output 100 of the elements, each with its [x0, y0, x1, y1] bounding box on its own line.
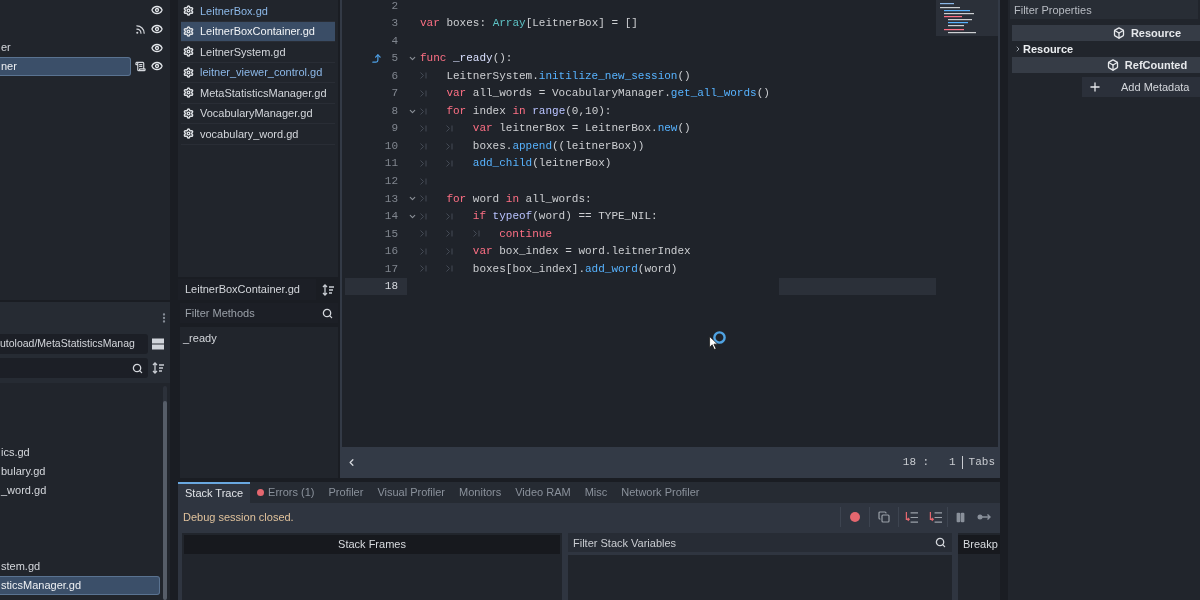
tab[interactable]: Errors (1) — [250, 482, 322, 503]
path-field[interactable]: utoload/MetaStatisticsManag — [0, 334, 148, 354]
tab-marker-icon — [446, 142, 454, 150]
copy-icon — [878, 511, 890, 523]
tab-marker-icon — [420, 107, 427, 115]
script-item[interactable]: VocabularyManager.gd — [181, 103, 335, 124]
indentation-mode[interactable]: Tabs — [968, 454, 995, 471]
category-label: Resource — [1130, 25, 1182, 41]
file-item[interactable]: bulary.gd — [0, 462, 163, 481]
tab[interactable]: Network Profiler — [614, 482, 707, 503]
add-metadata-button[interactable]: Add Metadata — [1082, 77, 1200, 97]
sort-icon[interactable] — [322, 283, 334, 296]
layout-icon[interactable] — [152, 337, 164, 351]
code-line: var boxes: Array[LeitnerBox] = [] — [420, 16, 638, 32]
status-message: Debug session closed. — [183, 509, 294, 525]
line-number: 13 — [384, 191, 398, 207]
scroll-icon[interactable] — [135, 60, 146, 72]
gear-icon — [183, 128, 194, 140]
line-number: 3 — [390, 16, 398, 32]
line-number: 11 — [384, 156, 398, 172]
code-line: continue — [499, 226, 552, 242]
tab-marker-icon — [420, 195, 427, 203]
tab[interactable]: Profiler — [321, 482, 371, 503]
code-line: LeitnerSystem.initilize_new_session() — [446, 68, 691, 84]
gear-icon — [183, 107, 194, 119]
tab[interactable]: Monitors — [452, 482, 509, 503]
list-arrow-icon — [928, 510, 942, 524]
signal-icon[interactable] — [135, 23, 146, 35]
tab-marker-icon — [420, 212, 427, 220]
corner-arrow-icon[interactable] — [371, 52, 382, 64]
code-line: boxes[box_index].add_word(word) — [472, 261, 678, 277]
file-item[interactable]: _word.gd — [0, 481, 163, 500]
file-item[interactable]: ics.gd — [0, 443, 163, 462]
line-number: 14 — [384, 209, 398, 225]
tab[interactable]: Misc — [577, 482, 615, 503]
tab-marker-icon — [446, 265, 454, 273]
minimap-drawing — [936, 0, 998, 36]
script-item[interactable]: leitner_viewer_control.gd — [181, 62, 335, 83]
script-item[interactable]: LeitnerSystem.gd — [181, 42, 335, 63]
line-number: 15 — [384, 226, 398, 242]
category-label: RefCounted — [1124, 57, 1188, 73]
chevron-right-icon — [1014, 45, 1022, 53]
search-icon — [322, 307, 333, 319]
list-arrow-icon — [904, 510, 918, 524]
line-number: 12 — [384, 174, 398, 189]
tab-marker-icon — [472, 230, 480, 238]
script-item[interactable]: LeitnerBoxContainer.gd — [181, 21, 335, 42]
code-line: var leitnerBox = LeitnerBox.new() — [472, 121, 691, 137]
code-line: if typeof(word) == TYPE_NIL: — [472, 209, 658, 225]
tab-marker-icon — [420, 247, 427, 255]
gear-icon — [183, 66, 194, 78]
tree-item[interactable]: ner — [0, 57, 131, 76]
line-number: 10 — [384, 138, 398, 154]
script-item[interactable]: MetaStatisticsManager.gd — [181, 83, 335, 104]
section-header[interactable]: Resource — [1008, 41, 1074, 57]
tab[interactable]: Visual Profiler — [370, 482, 453, 503]
eye-icon[interactable] — [151, 23, 163, 36]
line-number: 5 — [390, 51, 398, 67]
code-line: boxes.append((leitnerBox)) — [472, 138, 645, 154]
code-line: var all_words = VocabularyManager.get_all_words() — [446, 86, 770, 102]
cube-icon — [1112, 27, 1125, 39]
script-item[interactable]: vocabulary_word.gd — [181, 124, 335, 145]
eye-icon[interactable] — [151, 41, 163, 54]
tab-marker-icon — [420, 72, 427, 80]
arrow-right-icon — [977, 513, 991, 521]
code-line: func _ready(): — [420, 51, 513, 67]
line-number: 9 — [390, 121, 398, 137]
gear-icon — [183, 87, 194, 99]
file-item[interactable]: sticsManager.gd — [0, 576, 160, 595]
pause-icon — [954, 511, 966, 523]
tab[interactable]: Video RAM — [508, 482, 578, 503]
tab-marker-icon — [420, 160, 427, 168]
gear-icon — [183, 25, 194, 37]
column-header: Stack Frames — [184, 535, 560, 554]
caret-position: 18 : 1 — [902, 455, 956, 471]
line-number: 8 — [390, 103, 398, 119]
tab-marker-icon — [446, 125, 454, 133]
gear-icon — [183, 46, 194, 58]
filter-field[interactable]: Filter Stack Variables — [568, 533, 952, 552]
tab-marker-icon — [420, 265, 427, 273]
line-number: 16 — [384, 244, 398, 260]
tree-item[interactable]: er — [0, 38, 131, 58]
code-line: add_child(leitnerBox) — [472, 156, 612, 172]
tab-marker-icon — [420, 230, 427, 238]
script-item[interactable]: LeitnerBox.gd — [181, 1, 335, 22]
line-number: 4 — [390, 33, 398, 49]
file-item[interactable]: stem.gd — [0, 557, 163, 576]
eye-icon[interactable] — [151, 60, 163, 73]
code-line: for word in all_words: — [446, 191, 592, 207]
cube-icon — [1106, 59, 1119, 71]
plus-icon — [1088, 80, 1102, 94]
tab-marker-icon — [446, 230, 454, 238]
loading-ring-icon — [713, 331, 726, 344]
method-item[interactable]: _ready — [183, 329, 217, 347]
tab[interactable]: Stack Trace — [178, 482, 251, 503]
search-field[interactable] — [0, 358, 148, 378]
mouse-pointer-icon — [709, 336, 718, 350]
sort-icon[interactable] — [152, 362, 164, 374]
filter-field[interactable]: Filter Properties — [1010, 0, 1198, 19]
eye-icon[interactable] — [151, 4, 163, 17]
